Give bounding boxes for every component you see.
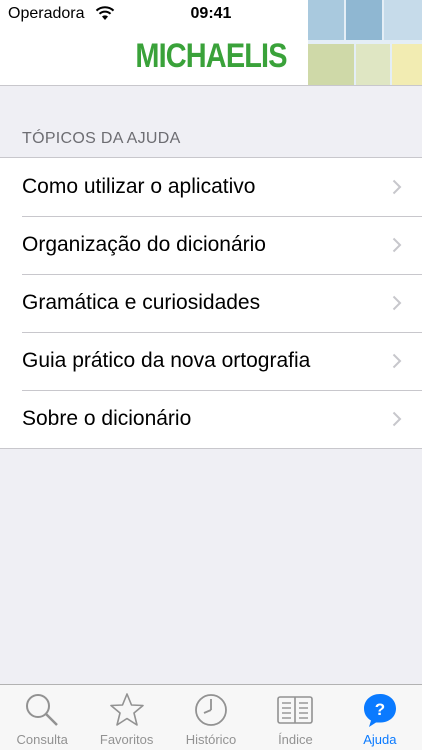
chevron-right-icon bbox=[392, 353, 402, 369]
help-topics-list: Como utilizar o aplicativo Organização d… bbox=[0, 157, 422, 449]
svg-text:?: ? bbox=[375, 700, 385, 719]
chevron-right-icon bbox=[392, 237, 402, 253]
help-topic-label: Gramática e curiosidades bbox=[22, 291, 261, 314]
help-topic-label: Guia prático da nova ortografia bbox=[22, 349, 311, 372]
tab-indice[interactable]: Índice bbox=[253, 685, 337, 750]
chevron-right-icon bbox=[392, 179, 402, 195]
tab-ajuda[interactable]: ? Ajuda bbox=[338, 685, 422, 750]
section-title: TÓPICOS DA AJUDA bbox=[22, 130, 181, 147]
tab-label: Ajuda bbox=[363, 732, 397, 747]
help-topic-label: Como utilizar o aplicativo bbox=[22, 175, 256, 198]
michaelis-logo: MICHAELIS bbox=[135, 37, 287, 75]
tab-label: Favoritos bbox=[99, 732, 154, 747]
help-icon: ? bbox=[363, 694, 396, 727]
help-topic-dictionary-organization[interactable]: Organização do dicionário bbox=[0, 216, 422, 274]
chevron-right-icon bbox=[392, 295, 402, 311]
help-topic-label: Organização do dicionário bbox=[22, 233, 266, 256]
tab-favoritos[interactable]: Favoritos bbox=[84, 685, 168, 750]
star-icon bbox=[109, 693, 144, 726]
clock-icon bbox=[195, 694, 227, 726]
tab-label: Índice bbox=[278, 732, 313, 747]
help-topic-about[interactable]: Sobre o dicionário bbox=[0, 390, 422, 448]
help-topic-grammar[interactable]: Gramática e curiosidades bbox=[0, 274, 422, 332]
help-topic-label: Sobre o dicionário bbox=[22, 407, 192, 430]
tab-label: Histórico bbox=[185, 732, 237, 747]
tab-historico[interactable]: Histórico bbox=[169, 685, 253, 750]
book-icon bbox=[277, 696, 314, 724]
tab-bar: Consulta Favoritos Histórico Índice ? Aj… bbox=[0, 684, 422, 750]
chevron-right-icon bbox=[392, 411, 402, 427]
help-topic-how-to-use[interactable]: Como utilizar o aplicativo bbox=[0, 158, 422, 216]
magnifier-icon bbox=[26, 694, 59, 726]
help-topic-orthography-guide[interactable]: Guia prático da nova ortografia bbox=[0, 332, 422, 390]
tab-label: Consulta bbox=[16, 732, 68, 747]
tab-consulta[interactable]: Consulta bbox=[0, 685, 84, 750]
app-header: Operadora 09:41 MICHAELIS bbox=[0, 0, 422, 86]
